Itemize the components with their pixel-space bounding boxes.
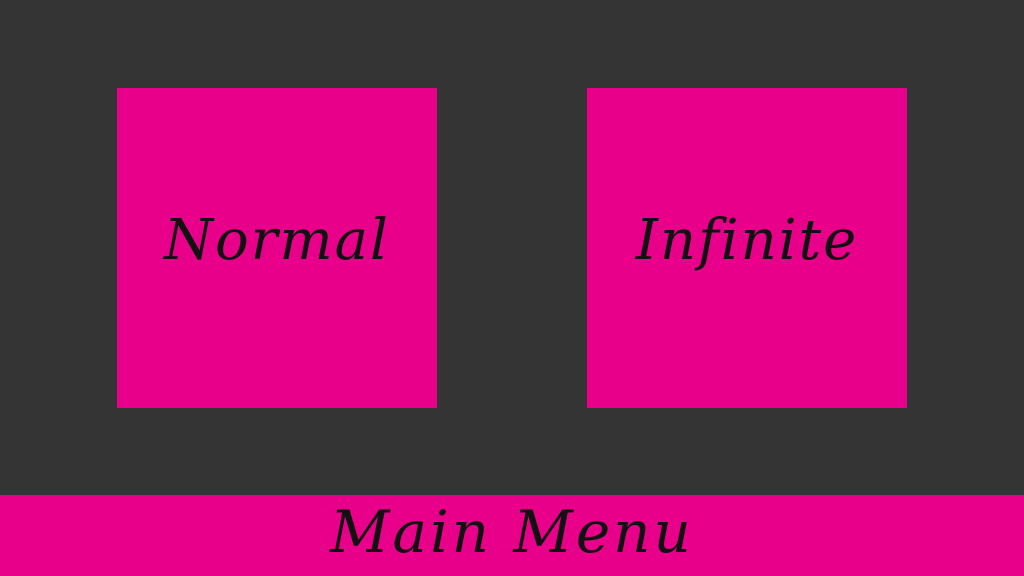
normal-mode-label: Normal xyxy=(164,207,390,273)
main-menu-button[interactable]: Main Menu xyxy=(0,495,1024,576)
main-menu-label: Main Menu xyxy=(330,497,694,566)
infinite-mode-button[interactable]: Infinite xyxy=(587,88,907,408)
infinite-mode-label: Infinite xyxy=(635,207,859,273)
normal-mode-button[interactable]: Normal xyxy=(117,88,437,408)
